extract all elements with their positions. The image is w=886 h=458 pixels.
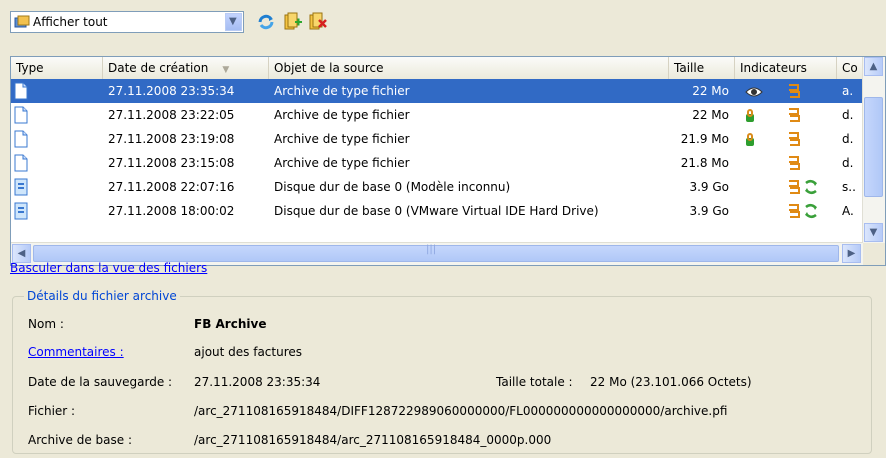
hide-icon [745, 83, 763, 103]
lock-icon [745, 131, 755, 151]
filter-dropdown-value: Afficher tout [33, 15, 108, 29]
cell-comment: d. [842, 108, 854, 122]
cell-comment: d. [842, 132, 854, 146]
file-path-value: /arc_271108165918484/DIFF128722989060000… [194, 404, 728, 418]
chain-icon [787, 155, 801, 175]
cell-type [11, 175, 103, 199]
cell-size: 3.9 Go [689, 180, 729, 194]
toolbar: Afficher tout ▼ [10, 8, 430, 36]
archive-details-title: Détails du fichier archive [24, 289, 180, 303]
table-row[interactable]: 27.11.2008 23:22:05 Archive de type fichi… [11, 103, 863, 127]
name-value: FB Archive [194, 317, 267, 331]
column-size[interactable]: Taille [669, 57, 735, 79]
vertical-scroll-thumb[interactable] [864, 97, 883, 197]
scroll-right-icon[interactable]: ▶ [842, 244, 861, 263]
cell-indicators [741, 103, 835, 127]
cell-comment: s.. [842, 180, 856, 194]
scroll-down-icon[interactable]: ▼ [864, 223, 883, 242]
cell-source-object: Archive de type fichier [274, 132, 410, 146]
comments-link[interactable]: Commentaires : [28, 345, 124, 359]
cell-type [11, 127, 103, 151]
scroll-up-icon[interactable]: ▲ [864, 57, 883, 76]
table-row[interactable]: 27.11.2008 18:00:02 Disque dur de base 0 … [11, 199, 863, 223]
cell-type [11, 151, 103, 175]
refresh-icon[interactable] [256, 12, 276, 32]
archives-icon [14, 15, 30, 28]
total-size-label: Taille totale : [496, 375, 573, 389]
backup-date-value: 27.11.2008 23:35:34 [194, 375, 321, 389]
column-comment[interactable]: Co [837, 57, 863, 79]
table-row[interactable]: 27.11.2008 23:35:34 Archive de type fichi… [11, 79, 863, 103]
column-source[interactable]: Objet de la source [269, 57, 669, 79]
cell-date: 27.11.2008 23:35:34 [108, 84, 235, 98]
cell-source-object: Archive de type fichier [274, 84, 410, 98]
cell-size: 22 Mo [692, 84, 729, 98]
chain-icon [787, 107, 801, 127]
chain-icon [787, 83, 801, 103]
cell-source-object: Disque dur de base 0 (VMware Virtual IDE… [274, 204, 599, 218]
cell-size: 21.8 Mo [680, 156, 729, 170]
cell-date: 27.11.2008 18:00:02 [108, 204, 235, 218]
total-size-value: 22 Mo (23.101.066 Octets) [590, 375, 752, 389]
cell-indicators [741, 127, 835, 151]
table-row[interactable]: 27.11.2008 23:15:08 Archive de type fichi… [11, 151, 863, 175]
chain-icon [787, 179, 801, 199]
archives-table: Type Date de création ▼ Objet de la sourc… [10, 56, 886, 266]
lock-icon [745, 107, 755, 127]
scrollbar-corner [863, 243, 885, 265]
cell-date: 27.11.2008 23:19:08 [108, 132, 235, 146]
cell-source-object: Archive de type fichier [274, 156, 410, 170]
cell-comment: a. [842, 84, 854, 98]
add-archive-icon[interactable] [283, 12, 303, 32]
cell-source-object: Disque dur de base 0 (Modèle inconnu) [274, 180, 511, 194]
column-date[interactable]: Date de création ▼ [103, 57, 269, 79]
base-archive-label: Archive de base : [28, 433, 132, 447]
delete-archive-icon[interactable] [308, 12, 328, 32]
cell-indicators [741, 175, 835, 199]
backup-date-label: Date de la sauvegarde : [28, 375, 173, 389]
cell-indicators [741, 79, 835, 103]
cell-size: 21.9 Mo [680, 132, 729, 146]
cell-type [11, 103, 103, 127]
cell-date: 27.11.2008 22:07:16 [108, 180, 235, 194]
cell-type [11, 199, 103, 223]
cell-source-object: Archive de type fichier [274, 108, 410, 122]
table-row[interactable]: 27.11.2008 22:07:16 Disque dur de base 0 … [11, 175, 863, 199]
cell-comment: A. [842, 204, 854, 218]
chain-icon [787, 131, 801, 151]
chevron-down-icon[interactable]: ▼ [225, 13, 242, 31]
cell-indicators [741, 151, 835, 175]
table-header: Type Date de création ▼ Objet de la sourc… [11, 57, 863, 80]
cell-date: 27.11.2008 23:15:08 [108, 156, 235, 170]
switch-to-file-view-link[interactable]: Basculer dans la vue des fichiers [10, 261, 207, 275]
base-archive-value: /arc_271108165918484/arc_271108165918484… [194, 433, 552, 447]
vertical-scrollbar[interactable]: ▲ ▼ [862, 57, 885, 243]
cell-size: 3.9 Go [689, 204, 729, 218]
chain-icon [787, 203, 801, 223]
filter-dropdown[interactable]: Afficher tout ▼ [10, 11, 244, 33]
column-indicators[interactable]: Indicateurs [735, 57, 837, 79]
sort-descending-icon: ▼ [222, 65, 230, 75]
cell-type [11, 79, 103, 103]
table-row[interactable]: 27.11.2008 23:19:08 Archive de type fichi… [11, 127, 863, 151]
cell-comment: d. [842, 156, 854, 170]
column-type[interactable]: Type [11, 57, 103, 79]
column-date-label: Date de création [108, 61, 209, 75]
cell-date: 27.11.2008 23:22:05 [108, 108, 235, 122]
file-label: Fichier : [28, 404, 76, 418]
cell-size: 22 Mo [692, 108, 729, 122]
comments-value: ajout des factures [194, 345, 303, 359]
horizontal-scroll-thumb[interactable]: ||| [33, 244, 839, 262]
recycle-icon [803, 203, 819, 223]
recycle-icon [803, 179, 819, 199]
cell-indicators [741, 199, 835, 223]
name-label: Nom : [28, 317, 64, 331]
